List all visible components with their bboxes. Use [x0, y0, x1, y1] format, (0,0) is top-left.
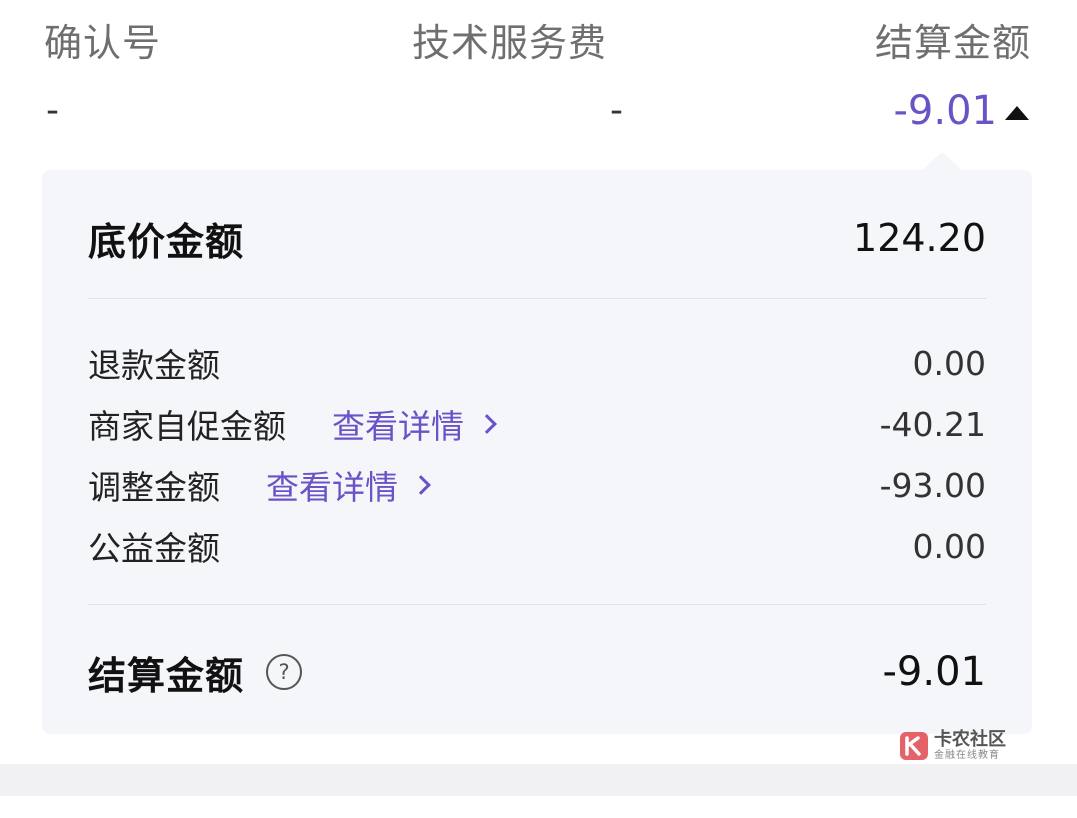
- total-settlement-value: -9.01: [882, 649, 987, 695]
- merchant-promo-label: 商家自促金额: [88, 407, 286, 446]
- question-circle-icon[interactable]: ?: [266, 654, 303, 690]
- panel-pointer: [922, 152, 962, 170]
- adjustment-value: -93.00: [879, 465, 986, 505]
- confirmation-number-value: -: [46, 90, 59, 131]
- settlement-amount-header: 结算金额: [874, 21, 1031, 65]
- watermark-text: 卡农社区 金融在线教育: [934, 730, 1006, 762]
- watermark-title: 卡农社区: [934, 729, 1006, 750]
- service-fee-header: 技术服务费: [412, 21, 608, 65]
- adjustment-row: 调整金额 查看详情 -93.00: [88, 462, 986, 508]
- refund-amount-label: 退款金额: [88, 346, 220, 385]
- total-label-group: 结算金额 ?: [88, 645, 303, 700]
- settlement-amount-value[interactable]: -9.01: [894, 88, 998, 134]
- divider: [88, 298, 986, 299]
- total-settlement-row: 结算金额 ? -9.01: [88, 642, 986, 702]
- watermark: 卡农社区 金融在线教育: [898, 730, 1006, 762]
- merchant-promo-label-group: 商家自促金额 查看详情: [88, 400, 497, 448]
- refund-amount-row: 退款金额 0.00: [88, 340, 986, 386]
- confirmation-number-header: 确认号: [44, 21, 162, 65]
- settlement-page: 确认号 技术服务费 结算金额 - - -9.01 底价金额 124.20 退款金…: [0, 0, 1077, 818]
- base-amount-label: 底价金额: [88, 219, 245, 264]
- merchant-promo-value: -40.21: [879, 404, 986, 444]
- base-amount-row: 底价金额 124.20: [88, 210, 986, 266]
- charity-amount-label: 公益金额: [88, 529, 220, 568]
- chevron-right-icon: [477, 414, 497, 434]
- bottom-separator: [0, 764, 1077, 796]
- divider: [88, 604, 986, 605]
- refund-amount-value: 0.00: [912, 343, 986, 383]
- adjustment-label: 调整金额: [88, 468, 220, 507]
- merchant-promo-row: 商家自促金额 查看详情 -40.21: [88, 401, 986, 447]
- adjustment-details-link[interactable]: 查看详情: [266, 461, 431, 509]
- details-link-label: 查看详情: [332, 407, 464, 446]
- total-settlement-label: 结算金额: [88, 653, 245, 698]
- merchant-promo-details-link[interactable]: 查看详情: [332, 400, 497, 448]
- watermark-logo-icon: [900, 732, 928, 760]
- charity-amount-row: 公益金额 0.00: [88, 523, 986, 569]
- service-fee-value: -: [610, 90, 623, 131]
- chevron-right-icon: [411, 475, 431, 495]
- base-amount-value: 124.20: [853, 216, 986, 260]
- settlement-breakdown-panel: 底价金额 124.20 退款金额 0.00 商家自促金额 查看详情 -40.21…: [42, 152, 1032, 734]
- caret-up-icon[interactable]: [1005, 106, 1029, 120]
- adjustment-label-group: 调整金额 查看详情: [88, 461, 431, 509]
- details-link-label: 查看详情: [266, 468, 398, 507]
- charity-amount-value: 0.00: [912, 526, 986, 566]
- watermark-subtitle: 金融在线教育: [934, 750, 1000, 761]
